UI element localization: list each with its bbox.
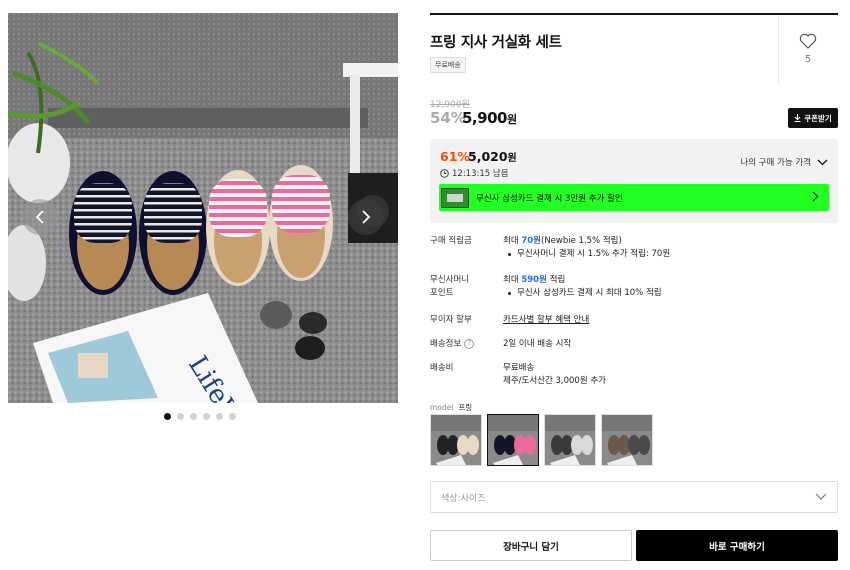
variant-thumbnail[interactable]	[601, 414, 653, 466]
installment-label: 무이자 할부	[430, 315, 472, 325]
variant-thumbnail[interactable]	[544, 414, 596, 466]
card-promo-banner[interactable]: 무신사 삼성카드 결제 시 3만원 추가 할인	[439, 184, 829, 211]
points-value: 최대 70원(Newbie 1.5% 적립) 무신사머니 결제 시 1.5% 추…	[503, 235, 670, 261]
option-select-placeholder: 색상:사이즈	[441, 493, 486, 504]
variant-thumbnail[interactable]	[487, 414, 539, 466]
variant-thumbnails	[430, 414, 653, 466]
buy-now-button[interactable]: 바로 구매하기	[636, 530, 838, 561]
shipping-info-label-wrap: 배송정보?	[430, 338, 490, 351]
money-prefix: 최대	[503, 275, 522, 285]
best-price-value: 5,020	[468, 149, 508, 164]
my-price-toggle[interactable]: 나의 구매 가능 가격	[740, 156, 828, 168]
variant-image	[602, 415, 652, 465]
sale-price-unit: 원	[506, 113, 517, 126]
product-photo: LifeWear	[8, 13, 398, 403]
gallery-prev-button[interactable]	[22, 199, 58, 235]
promo-text: 무신사 삼성카드 결제 시 3만원 추가 할인	[476, 193, 623, 204]
money-suffix: 적립	[546, 275, 566, 285]
money-label-line1: 무신사머니	[430, 275, 470, 285]
product-title: 프링 지사 거실화 세트	[430, 35, 562, 51]
sale-price: 5,900원	[462, 109, 517, 127]
shipping-info-label: 배송정보	[430, 339, 462, 349]
points-sub: 무신사머니 결제 시 1.5% 추가 적립: 70원	[503, 248, 670, 261]
money-value: 최대 590원 적립 무신사 삼성카드 결제 시 최대 10% 적립	[503, 274, 662, 300]
money-label: 무신사머니포인트	[430, 274, 490, 300]
countdown-text: 12:13:15 남음	[452, 169, 509, 179]
variant-image	[488, 415, 538, 465]
points-label: 구매 적립금	[430, 236, 472, 246]
sale-price-value: 5,900	[462, 109, 507, 127]
chevron-right-icon	[362, 210, 371, 224]
shipping-fee-line1: 무료배송	[503, 363, 535, 373]
points-amount: 70원	[521, 236, 541, 246]
free-shipping-badge: 무료배송	[430, 57, 466, 73]
best-price: 5,020원	[468, 149, 517, 164]
points-prefix: 최대	[503, 236, 522, 246]
download-icon	[794, 114, 801, 122]
variant-image	[431, 415, 481, 465]
shipping-fee-value: 무료배송 제주/도서산간 3,000원 추가	[503, 362, 606, 388]
clock-icon	[440, 168, 449, 178]
gallery-pagination	[164, 413, 236, 420]
money-label-line2: 포인트	[430, 288, 454, 298]
shipping-fee-label: 배송비	[430, 363, 454, 373]
like-divider	[778, 15, 779, 85]
heart-icon	[799, 33, 817, 49]
money-amount: 590원	[521, 275, 547, 285]
shipping-info-value: 2일 이내 배송 시작	[503, 339, 572, 349]
model-value: 프링	[458, 403, 473, 412]
best-discount-rate: 61%	[440, 149, 470, 164]
gallery-dot[interactable]	[229, 413, 236, 420]
chevron-down-icon	[815, 493, 827, 500]
chevron-left-icon	[35, 210, 44, 224]
best-price-box: 61% 5,020원 12:13:15 남음 나의 구매 가능 가격 무신사 삼…	[430, 139, 838, 223]
top-divider	[430, 13, 838, 15]
chevron-right-icon	[812, 191, 819, 202]
gallery-dot[interactable]	[216, 413, 223, 420]
product-image-gallery[interactable]: LifeWear	[8, 13, 398, 403]
chevron-down-icon	[817, 159, 828, 165]
option-select[interactable]: 색상:사이즈	[430, 481, 838, 513]
card-image-icon	[441, 187, 469, 208]
discount-rate: 54%	[430, 109, 466, 127]
like-button[interactable]: 5	[790, 33, 826, 65]
best-price-unit: 원	[507, 153, 517, 164]
countdown-timer: 12:13:15 남음	[440, 167, 509, 179]
points-suffix: (Newbie 1.5% 적립)	[541, 236, 622, 246]
variant-image	[545, 415, 595, 465]
coupon-label: 쿠폰받기	[804, 113, 832, 123]
model-label: model	[430, 403, 454, 412]
gallery-dot[interactable]	[177, 413, 184, 420]
add-to-cart-button[interactable]: 장바구니 담기	[430, 530, 632, 561]
my-price-label: 나의 구매 가능 가격	[740, 158, 811, 168]
gallery-dot[interactable]	[203, 413, 210, 420]
gallery-dot[interactable]	[190, 413, 197, 420]
installment-link[interactable]: 카드사별 할부 혜택 안내	[503, 314, 589, 327]
money-sub: 무신사 삼성카드 결제 시 최대 10% 적립	[503, 287, 662, 300]
model-line: model 프링	[430, 402, 472, 413]
shipping-fee-line2: 제주/도서산간 3,000원 추가	[503, 376, 606, 386]
variant-thumbnail[interactable]	[430, 414, 482, 466]
help-icon[interactable]: ?	[464, 338, 475, 349]
gallery-dot[interactable]	[164, 413, 171, 420]
gallery-next-button[interactable]	[348, 199, 384, 235]
coupon-button[interactable]: 쿠폰받기	[788, 108, 838, 128]
like-count: 5	[804, 54, 812, 65]
